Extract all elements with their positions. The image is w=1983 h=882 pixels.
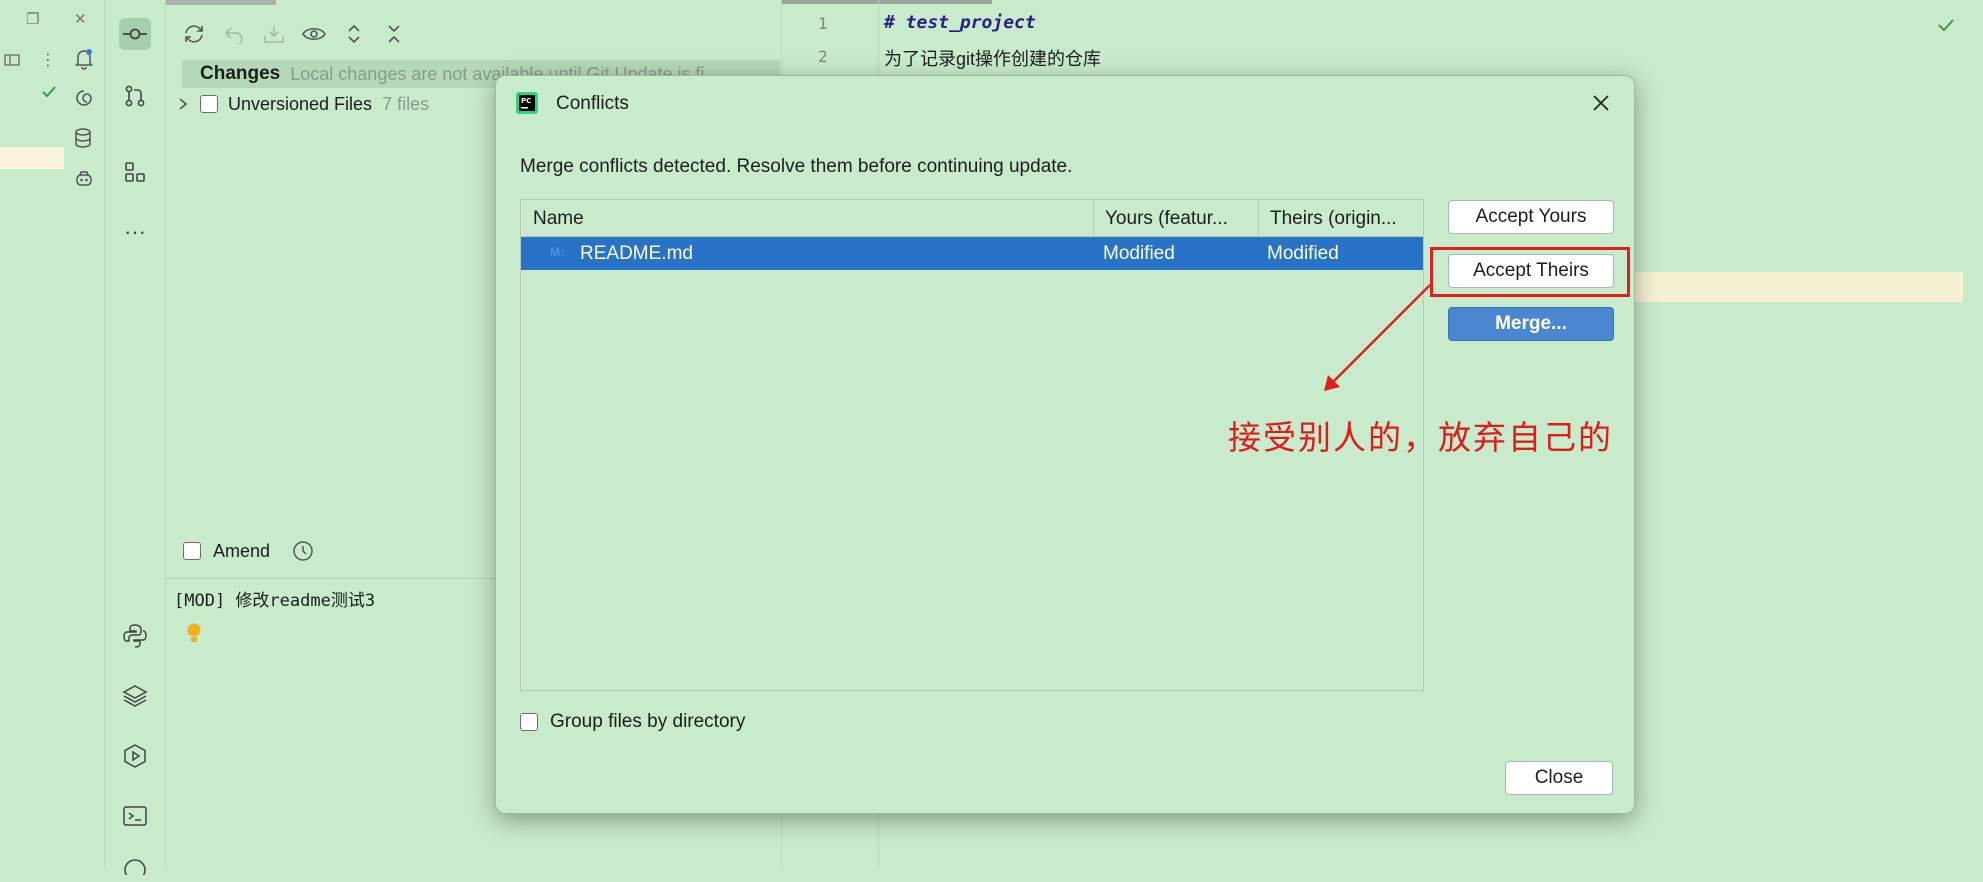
more-tools-icon[interactable]: ···: [119, 216, 151, 248]
eye-icon[interactable]: [300, 20, 328, 48]
line-number: 2: [818, 47, 828, 66]
commit-icon[interactable]: [119, 18, 151, 50]
lightbulb-icon[interactable]: [186, 622, 202, 646]
chevron-right-icon[interactable]: [178, 97, 188, 111]
markdown-file-icon: M↓: [550, 245, 566, 259]
table-row[interactable]: M↓ README.md Modified Modified: [521, 237, 1423, 270]
column-header-name[interactable]: Name: [533, 208, 973, 230]
refresh-icon[interactable]: [180, 20, 208, 48]
accept-theirs-button[interactable]: Accept Theirs: [1448, 254, 1614, 288]
table-header: Name Yours (featur... Theirs (origin...: [521, 200, 1423, 237]
annotation-text: 接受别人的，放弃自己的: [1228, 418, 1613, 457]
changes-title: Changes: [200, 63, 281, 84]
tool-window-strip: [64, 0, 105, 868]
svg-text:PC: PC: [521, 97, 531, 105]
dialog-title: Conflicts: [556, 93, 629, 114]
no-problems-check-icon: [1938, 18, 1954, 32]
conflicts-dialog: PC Conflicts Merge conflicts detected. R…: [495, 75, 1635, 814]
dialog-message: Merge conflicts detected. Resolve them b…: [520, 156, 1073, 177]
unversioned-checkbox[interactable]: [200, 95, 218, 113]
database-icon[interactable]: [74, 128, 92, 148]
terminal-icon[interactable]: [119, 800, 151, 832]
yours-status: Modified: [1103, 243, 1175, 264]
history-icon[interactable]: [292, 540, 314, 562]
activity-bar: ···: [105, 0, 166, 875]
problems-icon[interactable]: [119, 850, 151, 882]
amend-row: Amend: [183, 540, 314, 562]
copilot-icon[interactable]: [74, 170, 94, 188]
file-name: README.md: [580, 243, 693, 264]
check-icon: [42, 86, 56, 98]
shelve-icon[interactable]: [260, 20, 288, 48]
close-button[interactable]: Close: [1505, 761, 1613, 795]
editor-tab-indicator: [782, 0, 992, 4]
amend-label: Amend: [213, 540, 271, 561]
panel-toggle-icon[interactable]: [4, 52, 20, 68]
theirs-status: Modified: [1267, 243, 1339, 264]
expand-all-icon[interactable]: [340, 20, 368, 48]
column-separator: [1258, 200, 1259, 236]
highlighted-line: [0, 147, 64, 169]
collapse-all-icon[interactable]: [380, 20, 408, 48]
close-icon[interactable]: [1586, 88, 1616, 118]
pull-requests-icon[interactable]: [119, 80, 151, 112]
accept-yours-button[interactable]: Accept Yours: [1448, 200, 1614, 234]
commit-message-input[interactable]: [MOD] 修改readme测试3: [174, 586, 375, 611]
unversioned-count: 7 files: [382, 93, 430, 114]
unversioned-files-row[interactable]: Unversioned Files 7 files: [178, 91, 429, 117]
pycharm-logo-icon: PC: [516, 92, 538, 114]
ai-assistant-icon[interactable]: [74, 88, 94, 108]
restore-window-icon[interactable]: ❐: [26, 10, 39, 28]
commit-toolbar: [180, 20, 408, 48]
column-separator: [1093, 200, 1094, 236]
group-by-directory-checkbox[interactable]: [520, 713, 538, 731]
merge-button[interactable]: Merge...: [1448, 307, 1614, 341]
layers-icon[interactable]: [119, 680, 151, 712]
more-vertical-icon[interactable]: ⋮: [40, 50, 56, 70]
python-console-icon[interactable]: [119, 620, 151, 652]
column-header-yours[interactable]: Yours (featur...: [1105, 208, 1245, 230]
amend-checkbox[interactable]: [183, 542, 201, 560]
group-by-directory-row: Group files by directory: [520, 711, 745, 733]
unversioned-label: Unversioned Files: [228, 93, 373, 114]
column-header-theirs[interactable]: Theirs (origin...: [1270, 208, 1420, 230]
rollback-icon[interactable]: [220, 20, 248, 48]
notifications-icon[interactable]: [74, 48, 94, 70]
code-line[interactable]: # test_project: [884, 12, 1036, 33]
structure-icon[interactable]: [119, 156, 151, 188]
code-line[interactable]: 为了记录git操作创建的仓库: [884, 45, 1101, 71]
left-edge-strip: ❐ ✕ ⋮: [0, 0, 87, 868]
services-icon[interactable]: [119, 740, 151, 772]
annotation-arrow: [1324, 284, 1431, 391]
line-number: 1: [818, 14, 828, 33]
group-by-directory-label: Group files by directory: [550, 711, 746, 732]
